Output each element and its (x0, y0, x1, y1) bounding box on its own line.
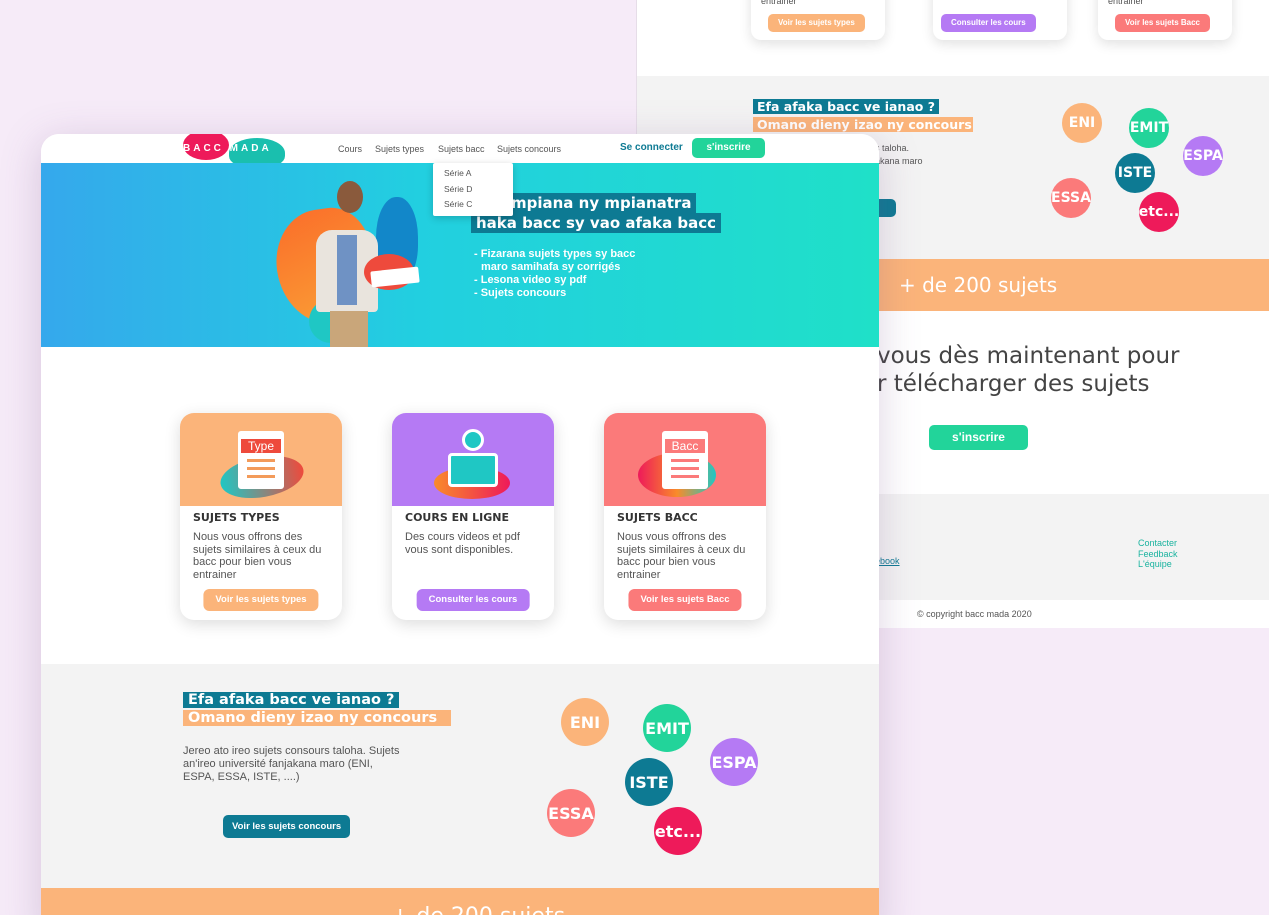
signup-button[interactable]: s'inscrire (692, 138, 765, 158)
sujets-bacc-dropdown: Série A Série D Série C (433, 163, 513, 216)
nav-sujets-bacc[interactable]: Sujets bacc (438, 144, 485, 154)
badge-eni: ENI (561, 698, 609, 746)
nav-cours[interactable]: Cours (338, 144, 362, 154)
badge-iste: ISTE (1115, 153, 1155, 193)
footer-links: Contacter Feedback L'équipe (1138, 538, 1178, 570)
card-text: Des cours videos et pdf vous sont dispon… (405, 531, 520, 556)
dropdown-serie-c[interactable]: Série C (433, 197, 513, 213)
card-header: Bacc (604, 413, 766, 506)
card-text: entrainer (1108, 0, 1144, 6)
main-page-preview: BACC MADA Cours Sujets types Sujets bacc… (41, 134, 879, 915)
card-title: COURS EN LIGNE (405, 511, 509, 524)
concours-text: Jereo ato ireo sujets consours taloha. S… (183, 745, 400, 783)
concours-tagline: Efa afaka bacc ve ianao ? (183, 692, 400, 708)
voir-sujets-bacc-button[interactable]: Voir les sujets Bacc (628, 589, 742, 611)
badge-essa: ESSA (1051, 178, 1091, 218)
card-title: SUJETS BACC (617, 511, 698, 524)
reader-head-icon (462, 429, 484, 451)
card-sujets-types: Type SUJETS TYPES Nous vous offrons des … (180, 413, 342, 620)
person-trousers (330, 311, 368, 347)
card-text: Nous vous offrons des sujets similaires … (617, 531, 746, 581)
card-text: Nous vous offrons des sujets similaires … (193, 531, 322, 581)
sujets-count-band: + de 200 sujets (41, 888, 879, 915)
concours-tagline-2: Omano dieny izao ny concours (753, 117, 973, 132)
document-icon: Bacc (662, 431, 708, 489)
dropdown-serie-a[interactable]: Série A (433, 166, 513, 182)
team-link[interactable]: L'équipe (1138, 559, 1178, 570)
nav-sujets-types[interactable]: Sujets types (375, 144, 424, 154)
sujets-count: + de 200 sujets (899, 273, 1058, 297)
badge-eni: ENI (1062, 103, 1102, 143)
contact-link[interactable]: Contacter (1138, 538, 1178, 549)
open-book-icon (448, 453, 498, 487)
card-text: entrainer (761, 0, 797, 6)
badge-emit: EMIT (1129, 108, 1169, 148)
person-shirt (337, 235, 357, 305)
nav-sujets-concours[interactable]: Sujets concours (497, 144, 561, 154)
badge-essa: ESSA (547, 789, 595, 837)
voir-sujets-types-button[interactable]: Voir les sujets types (203, 589, 319, 611)
book (370, 266, 420, 288)
feedback-link[interactable]: Feedback (1138, 549, 1178, 560)
consulter-cours-button[interactable]: Consulter les cours (416, 589, 530, 611)
badge-emit: EMIT (643, 704, 691, 752)
dropdown-serie-d[interactable]: Série D (433, 182, 513, 198)
card-header (392, 413, 554, 506)
back-cta-text: vous dès maintenant pour r télécharger d… (877, 343, 1180, 397)
voir-sujets-concours-button[interactable]: Voir les sujets concours (223, 815, 351, 838)
login-link[interactable]: Se connecter (620, 142, 683, 153)
badge-etc: etc... (1139, 192, 1179, 232)
back-card-sujets-types: entrainer Voir les sujets types (751, 0, 885, 40)
voir-sujets-bacc-button[interactable]: Voir les sujets Bacc (1115, 14, 1210, 32)
badge-iste: ISTE (625, 758, 673, 806)
card-header: Type (180, 413, 342, 506)
concours-text: s taloha. akana maro (875, 143, 923, 166)
consulter-cours-button[interactable]: Consulter les cours (941, 14, 1036, 32)
concours-tagline-2: Omano dieny izao ny concours (183, 710, 451, 726)
back-card-sujets-bacc: entrainer Voir les sujets Bacc (1098, 0, 1232, 40)
badge-espa: ESPA (710, 738, 758, 786)
concours-tagline: Efa afaka bacc ve ianao ? (753, 99, 939, 114)
sujets-count: + de 200 sujets (391, 904, 565, 915)
hero-bullets: - Fizarana sujets types sy bacc maro sam… (474, 248, 636, 299)
card-sujets-bacc: Bacc SUJETS BACC Nous vous offrons des s… (604, 413, 766, 620)
badge-espa: ESPA (1183, 136, 1223, 176)
navbar: BACC MADA Cours Sujets types Sujets bacc… (41, 134, 879, 168)
person-head (337, 181, 363, 213)
copyright-text: © copyright bacc mada 2020 (917, 609, 1032, 619)
back-signup-button[interactable]: s'inscrire (929, 425, 1028, 450)
document-icon: Type (238, 431, 284, 489)
logo[interactable]: BACC MADA (183, 143, 272, 154)
back-card-cours: Consulter les cours (933, 0, 1067, 40)
voir-sujets-types-button[interactable]: Voir les sujets types (768, 14, 865, 32)
badge-etc: etc... (654, 807, 702, 855)
card-title: SUJETS TYPES (193, 511, 280, 524)
concours-section: Efa afaka bacc ve ianao ? Omano dieny iz… (41, 664, 879, 888)
card-cours-en-ligne: COURS EN LIGNE Des cours videos et pdf v… (392, 413, 554, 620)
